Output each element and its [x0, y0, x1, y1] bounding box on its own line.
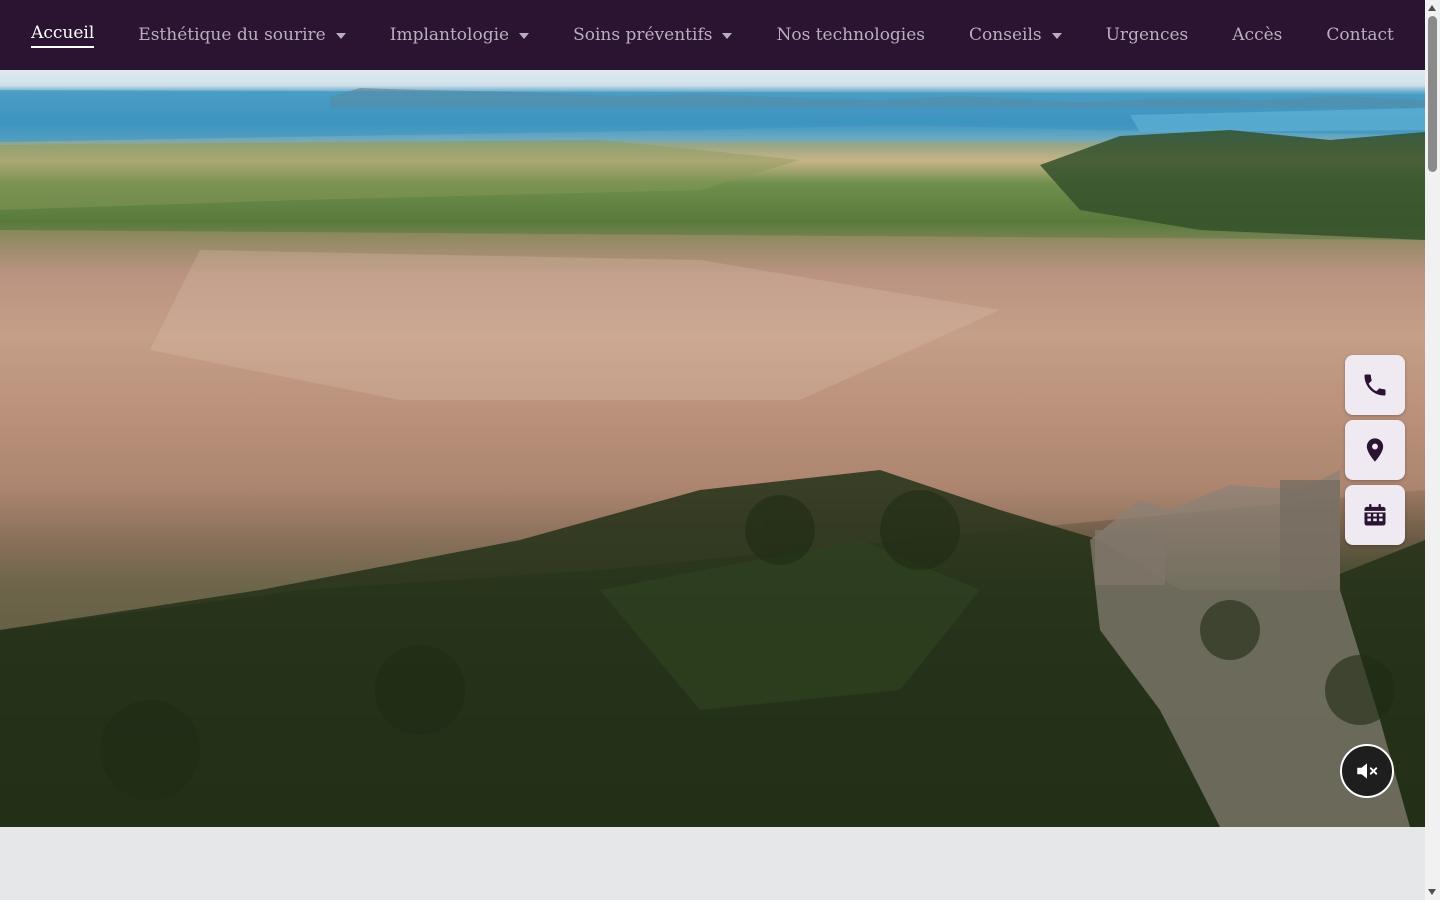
nav-item-implantologie[interactable]: Implantologie: [368, 0, 551, 70]
nav-item-label: Urgences: [1105, 25, 1189, 45]
nav-item-label: Implantologie: [389, 25, 510, 45]
chevron-down-icon: [1051, 33, 1062, 39]
scroll-up-icon[interactable]: [1428, 5, 1436, 11]
nav-item-label: Nos technologies: [776, 25, 926, 45]
nav-item-conseils[interactable]: Conseils: [947, 0, 1084, 70]
mute-button[interactable]: [1340, 744, 1394, 798]
volume-mute-icon: [1357, 763, 1378, 779]
nav-item-technologies[interactable]: Nos technologies: [754, 0, 947, 70]
location-button[interactable]: [1345, 420, 1405, 480]
nav-item-esthetique[interactable]: Esthétique du sourire: [116, 0, 367, 70]
nav-item-soins-preventifs[interactable]: Soins préventifs: [551, 0, 754, 70]
chevron-down-icon: [335, 33, 346, 39]
nav-item-label: Contact: [1326, 25, 1394, 45]
map-pin-icon: [1366, 438, 1384, 462]
nav-item-label: Accès: [1232, 25, 1283, 45]
scrollbar[interactable]: [1425, 0, 1440, 900]
hero-video: [0, 70, 1425, 827]
nav-item-acces[interactable]: Accès: [1210, 0, 1304, 70]
main-navbar: Accueil Esthétique du sourire Implantolo…: [0, 0, 1425, 70]
nav-item-label: Conseils: [969, 25, 1042, 45]
chevron-down-icon: [722, 33, 733, 39]
nav-item-label: Accueil: [31, 23, 95, 48]
scroll-down-icon[interactable]: [1428, 889, 1436, 895]
phone-icon: [1364, 374, 1386, 396]
nav-item-accueil[interactable]: Accueil: [9, 0, 116, 70]
page-content-area: [0, 827, 1425, 900]
phone-button[interactable]: [1345, 355, 1405, 415]
nav-list: Accueil Esthétique du sourire Implantolo…: [9, 0, 1416, 70]
nav-item-label: Soins préventifs: [573, 25, 713, 45]
aerial-city-image: [0, 88, 1425, 827]
calendar-button[interactable]: [1345, 485, 1405, 545]
scrollbar-thumb[interactable]: [1428, 16, 1437, 172]
nav-item-urgences[interactable]: Urgences: [1084, 0, 1211, 70]
chevron-down-icon: [519, 33, 530, 39]
nav-item-contact[interactable]: Contact: [1304, 0, 1416, 70]
calendar-icon: [1364, 503, 1386, 526]
nav-item-label: Esthétique du sourire: [138, 25, 326, 45]
